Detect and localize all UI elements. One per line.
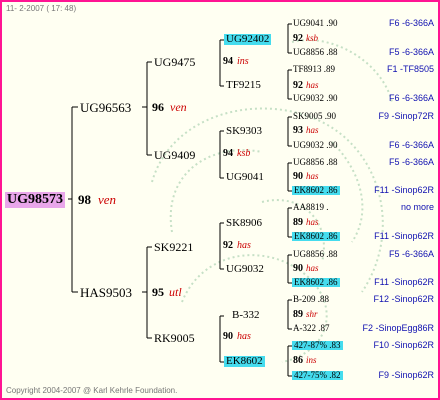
- gen3-code: ksb: [306, 33, 318, 43]
- gen4-name: F5 -6-366A: [388, 157, 434, 167]
- gen2-id[interactable]: UG9409: [154, 149, 195, 161]
- gen4-name: F9 -Sinop62R: [378, 370, 434, 380]
- gen3-value: 93: [293, 125, 303, 136]
- gen4-name: F5 -6-366A: [388, 249, 434, 259]
- gen4-entry[interactable]: AA8819 .: [293, 203, 329, 212]
- gen4-entry[interactable]: B-209 .88: [293, 295, 329, 304]
- gen4-entry[interactable]: UG9032 .90: [293, 94, 338, 103]
- gen3-code: has: [306, 217, 319, 227]
- root-value: 98: [78, 192, 91, 207]
- gen3-id[interactable]: SK8906: [226, 218, 262, 229]
- gen4-name: F12 -Sinop62R: [373, 294, 434, 304]
- gen4-name: F11 -Sinop62R: [374, 231, 434, 241]
- gen3-id[interactable]: UG9041: [226, 172, 264, 183]
- gen2-value: 94: [223, 148, 233, 159]
- gen3-id[interactable]: TF9215: [226, 80, 261, 91]
- pedigree-lines: [68, 23, 292, 377]
- gen3-code: has: [306, 263, 319, 273]
- gen1-value: 96: [152, 100, 164, 114]
- gen3-code: has: [306, 125, 319, 135]
- gen4-entry[interactable]: EK8602 .86: [292, 232, 340, 241]
- gen3-value: 89: [293, 217, 303, 228]
- gen2-code: has: [237, 331, 251, 342]
- gen2-value: 92: [223, 240, 233, 251]
- gen4-entry[interactable]: UG9032 .90: [293, 141, 338, 150]
- gen4-entry[interactable]: UG9041 .90: [293, 19, 338, 28]
- gen3-value: 92: [293, 33, 303, 44]
- gen4-entry[interactable]: SK9005 .90: [293, 112, 336, 121]
- gen2-value: 90: [223, 331, 233, 342]
- header-date: 11- 2-2007 ( 17: 48): [6, 4, 77, 13]
- gen3-value: 86: [293, 355, 303, 366]
- gen4-entry[interactable]: TF8913 .89: [293, 65, 335, 74]
- gen3-value: 90: [293, 171, 303, 182]
- gen3-id[interactable]: SK9303: [226, 126, 262, 137]
- gen4-name: F10 -Sinop62R: [373, 340, 434, 350]
- gen2-id[interactable]: RK9005: [154, 332, 195, 344]
- gen4-name: F2 -SinopEgg86R: [362, 323, 434, 333]
- gen2-id[interactable]: UG9475: [154, 56, 195, 68]
- gen3-code: has: [306, 80, 319, 90]
- gen4-entry[interactable]: UG8856 .88: [293, 250, 338, 259]
- gen4-name: F1 -TF8505: [386, 64, 434, 74]
- gen1-code: utl: [169, 285, 182, 299]
- gen4-entry[interactable]: A-322 .87: [293, 324, 330, 333]
- gen4-entry[interactable]: UG8856 .88: [293, 158, 338, 167]
- gen4-entry[interactable]: 427-75% .82: [292, 371, 343, 380]
- gen4-name: F5 -6-366A: [388, 47, 434, 57]
- gen4-name: F6 -6-366A: [388, 18, 434, 28]
- gen3-id[interactable]: EK8602: [224, 356, 265, 367]
- gen2-code: ksb: [237, 148, 251, 159]
- gen1-code: ven: [170, 100, 187, 114]
- gen2-code: has: [237, 240, 251, 251]
- gen4-name: F11 -Sinop62R: [374, 277, 434, 287]
- gen4-name: F11 -Sinop62R: [374, 185, 434, 195]
- gen3-value: 89: [293, 309, 303, 320]
- gen4-name: F6 -6-366A: [388, 93, 434, 103]
- gen2-id[interactable]: SK9221: [154, 241, 193, 253]
- gen4-name: no more: [400, 202, 434, 212]
- gen3-value: 92: [293, 80, 303, 91]
- gen3-id[interactable]: B-332: [232, 310, 260, 321]
- gen4-entry[interactable]: 427-87% .83: [292, 341, 343, 350]
- gen3-code: ins: [306, 355, 317, 365]
- gen3-id[interactable]: UG92402: [224, 34, 272, 45]
- root-id[interactable]: UG98573: [5, 192, 65, 208]
- gen1-id[interactable]: UG96563: [80, 101, 131, 114]
- gen4-name: F9 -Sinop72R: [378, 111, 434, 121]
- gen4-entry[interactable]: EK8602 .86: [292, 186, 340, 195]
- gen1-value: 95: [152, 285, 164, 299]
- pedigree-frame: 11- 2-2007 ( 17: 48) Copyright 2004-2007…: [0, 0, 440, 400]
- gen3-code: has: [306, 171, 319, 181]
- gen3-code: shr: [306, 309, 318, 319]
- root-code: ven: [98, 192, 117, 207]
- gen4-entry[interactable]: EK8602 .86: [292, 278, 340, 287]
- gen3-value: 90: [293, 263, 303, 274]
- gen3-id[interactable]: UG9032: [226, 264, 264, 275]
- footer-copyright: Copyright 2004-2007 @ Karl Kehrle Founda…: [6, 386, 178, 395]
- gen2-value: 94: [223, 56, 233, 67]
- gen4-name: F6 -6-366A: [388, 140, 434, 150]
- gen2-code: ins: [237, 56, 249, 67]
- gen4-entry[interactable]: UG8856 .88: [293, 48, 338, 57]
- gen1-id[interactable]: HAS9503: [80, 286, 132, 299]
